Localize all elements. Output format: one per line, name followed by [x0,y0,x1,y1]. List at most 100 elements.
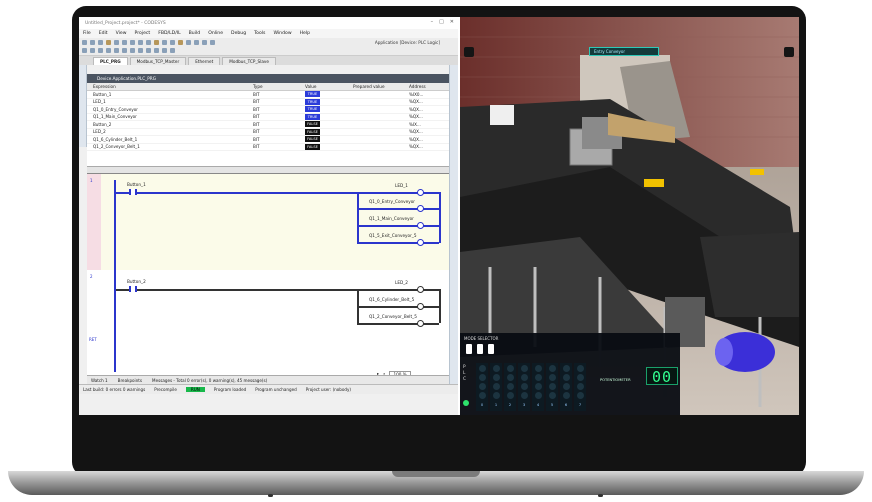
menu-tools[interactable]: Tools [254,31,265,36]
ld-coil-icon[interactable] [90,48,95,53]
factory-simulation[interactable]: Entry Conveyor MODE SELECTOR PLC 0 1 2 3… [460,17,799,415]
network-ret: RET [89,337,97,342]
editor-tabs: PLC_PRG Modbus_TCP_Master Ethernet Modbu… [79,56,458,65]
mode-switch-3[interactable] [488,344,494,354]
watch-value: FALSE [305,121,320,128]
watch-row[interactable]: Q1_6_Cylinder_Belt_1 BIT FALSE %QX... [87,136,449,144]
application-selector[interactable]: Application [Device: PLC Logic] [375,40,440,45]
step-icon[interactable] [210,40,215,45]
ld-return-icon[interactable] [154,48,159,53]
channel-column[interactable]: 3 [518,363,530,411]
minimize-button[interactable]: – [431,19,434,25]
col-prepared[interactable]: Prepared value [353,84,409,89]
coil-led-2[interactable] [417,286,424,293]
watch-row[interactable]: Q1_0_Entry_Conveyor BIT TRUE %QX... [87,106,449,114]
coil-label: Q1_6_Cylinder_Belt_5 [369,297,415,302]
watch-row[interactable]: Q1_2_Conveyor_Belt_1 BIT FALSE %QX... [87,143,449,151]
cut-icon[interactable] [130,40,135,45]
new-icon[interactable] [82,40,87,45]
watch-row[interactable]: Button_2 BIT FALSE %IX... [87,121,449,129]
coil-conveyor-belt[interactable] [417,320,424,327]
menu-help[interactable]: Help [300,31,310,36]
contact-button-2[interactable] [129,286,137,292]
ld-network-icon[interactable] [106,48,111,53]
copy-icon[interactable] [138,40,143,45]
tab-breakpoints[interactable]: Breakpoints [118,378,142,383]
menu-window[interactable]: Window [273,31,291,36]
coil-cylinder-belt[interactable] [417,303,424,310]
menu-icon[interactable] [464,47,474,57]
mode-switch-1[interactable] [466,344,472,354]
build-icon[interactable] [162,40,167,45]
run-icon[interactable] [178,40,183,45]
watch-value: TRUE [305,113,320,120]
channel-column[interactable]: 0 [476,363,488,411]
contact-button-1[interactable] [129,189,137,195]
ladder-editor[interactable]: 1 2 RET Button_1 LED_1 Q1_0_Entry_Convey… [87,173,449,378]
stop-icon[interactable] [186,40,191,45]
watch-row[interactable]: Button_1 BIT TRUE %IX0... [87,91,449,99]
menu-project[interactable]: Project [135,31,151,36]
watch-header: Expression Type Value Prepared value Add… [87,83,449,91]
tab-ethernet[interactable]: Ethernet [188,57,221,65]
channel-column[interactable]: 1 [490,363,502,411]
channel-column[interactable]: 5 [546,363,558,411]
menu-edit[interactable]: Edit [99,31,108,36]
print-icon[interactable] [106,40,111,45]
undo-icon[interactable] [114,40,119,45]
ld-jump-icon[interactable] [146,48,151,53]
tab-watch[interactable]: Watch 1 [91,378,108,383]
maximize-button[interactable]: □ [439,19,444,25]
coil-exit-conveyor[interactable] [417,239,424,246]
power-rail [114,180,116,372]
col-type[interactable]: Type [253,84,305,89]
coil-entry-conveyor[interactable] [417,205,424,212]
ld-reset-icon[interactable] [138,48,143,53]
coil-main-conveyor[interactable] [417,222,424,229]
ld-negate-icon[interactable] [122,48,127,53]
devices-side-panel[interactable] [79,65,87,147]
channel-column[interactable]: 7 [574,363,586,411]
col-value[interactable]: Value [305,84,353,89]
tab-modbus-slave[interactable]: Modbus_TCP_Slave [222,57,276,65]
tab-plc-prg[interactable]: PLC_PRG [93,57,128,65]
close-button[interactable]: ✕ [450,19,454,25]
ld-box-icon[interactable] [98,48,103,53]
channel-column[interactable]: 2 [504,363,516,411]
ld-label-icon[interactable] [170,48,175,53]
coil-led-1[interactable] [417,189,424,196]
watch-row[interactable]: LED_2 BIT FALSE %QX... [87,128,449,136]
ld-parallel-icon[interactable] [114,48,119,53]
network-1-area[interactable] [101,174,449,270]
menu-view[interactable]: View [116,31,127,36]
reset-icon[interactable] [194,40,199,45]
channel-column[interactable]: 4 [532,363,544,411]
paste-icon[interactable] [146,40,151,45]
menu-debug[interactable]: Debug [231,31,246,36]
contact-label: Button_1 [127,182,146,187]
ld-contact-icon[interactable] [82,48,87,53]
menu-online[interactable]: Online [208,31,223,36]
right-side-panel[interactable] [449,65,458,384]
menu-fbd[interactable]: FBD/LD/IL [158,31,180,36]
menu-file[interactable]: File [83,31,91,36]
save-icon[interactable] [98,40,103,45]
tab-modbus-master[interactable]: Modbus_TCP_Master [129,57,187,65]
menu-build[interactable]: Build [189,31,201,36]
col-address[interactable]: Address [409,84,439,89]
tab-messages[interactable]: Messages - Total 0 error(s), 0 warning(s… [152,378,267,383]
breakpoint-icon[interactable] [202,40,207,45]
open-icon[interactable] [90,40,95,45]
settings-icon[interactable] [784,47,794,57]
rung-1-wire [357,208,439,210]
find-icon[interactable] [154,40,159,45]
login-icon[interactable] [170,40,175,45]
ld-comment-icon[interactable] [162,48,167,53]
watch-row[interactable]: Q1_1_Main_Conveyor BIT TRUE %QX... [87,113,449,121]
ld-set-icon[interactable] [130,48,135,53]
mode-switch-2[interactable] [477,344,483,354]
col-expression[interactable]: Expression [87,84,253,89]
channel-column[interactable]: 6 [560,363,572,411]
redo-icon[interactable] [122,40,127,45]
watch-row[interactable]: LED_1 BIT TRUE %QX... [87,98,449,106]
